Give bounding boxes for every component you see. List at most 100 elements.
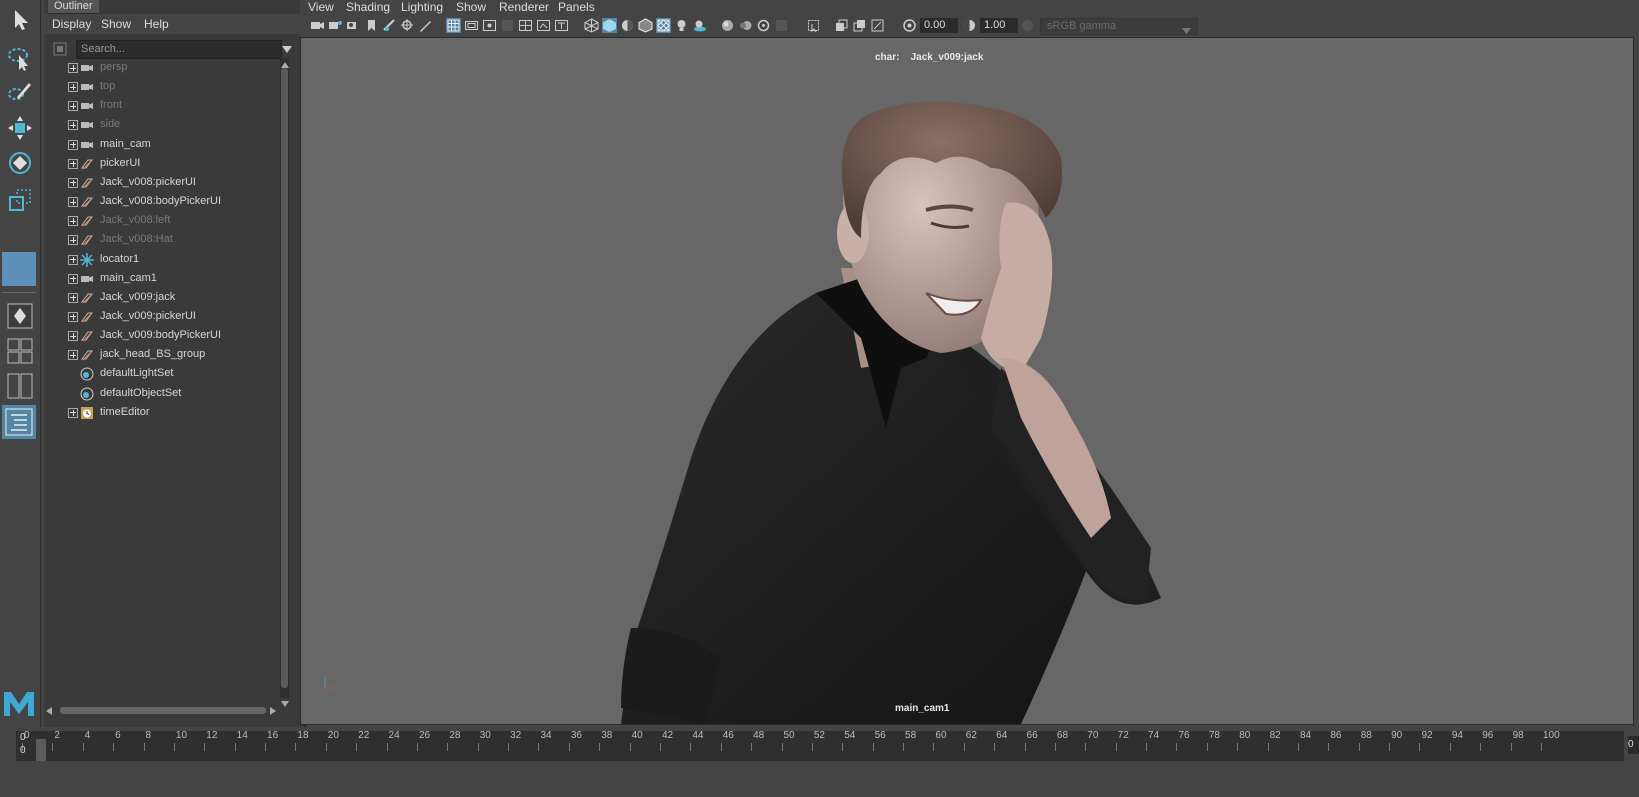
outliner-item[interactable]: top: [44, 77, 284, 97]
time-slider[interactable]: 0 2 4 6 8 10 12 14 16 18 20 22 24 26 28 30 32 34 36 38 40 42 4…: [0, 727, 1639, 764]
textured-icon[interactable]: [656, 18, 671, 33]
end-time-field[interactable]: 0: [1628, 736, 1639, 754]
last-tool-slot[interactable]: [2, 252, 36, 286]
four-view-layout-icon[interactable]: [4, 335, 36, 367]
image-plane-icon[interactable]: [382, 18, 397, 33]
color-management-icon[interactable]: [1020, 18, 1035, 33]
vertical-scroll-thumb[interactable]: [281, 68, 288, 688]
expand-icon[interactable]: [68, 177, 78, 188]
expand-icon[interactable]: [68, 235, 78, 246]
outliner-item[interactable]: Jack_v009:pickerUI: [44, 307, 284, 327]
outliner-item[interactable]: defaultLightSet: [44, 364, 284, 384]
xray-joints-icon[interactable]: [870, 18, 885, 33]
scroll-right-icon[interactable]: [270, 706, 276, 718]
color-space-dropdown[interactable]: sRGB gamma: [1040, 18, 1198, 35]
expand-icon[interactable]: [68, 350, 78, 361]
resolution-gate-icon[interactable]: [482, 18, 497, 33]
expand-icon[interactable]: [68, 197, 78, 208]
outliner-item[interactable]: main_cam1: [44, 269, 284, 289]
isolate-select-icon[interactable]: [806, 18, 821, 33]
menu-panels[interactable]: Panels: [558, 0, 595, 14]
expand-icon[interactable]: [68, 216, 78, 227]
safe-action-icon[interactable]: [536, 18, 551, 33]
expand-icon[interactable]: [68, 254, 78, 265]
lasso-tool-icon[interactable]: [4, 42, 36, 74]
expand-icon[interactable]: [68, 120, 78, 131]
two-d-pan-zoom-icon[interactable]: [400, 18, 415, 33]
expand-icon[interactable]: [68, 292, 78, 303]
expand-icon[interactable]: [68, 407, 78, 418]
paint-select-tool-icon[interactable]: [4, 76, 36, 108]
expand-icon[interactable]: [68, 273, 78, 284]
outliner-item[interactable]: Jack_v008:pickerUI: [44, 173, 284, 193]
search-dropdown-icon[interactable]: [282, 45, 292, 57]
single-perspective-layout-icon[interactable]: [4, 300, 36, 332]
menu-view[interactable]: View: [308, 0, 334, 14]
outliner-item[interactable]: Jack_v009:jack: [44, 288, 284, 308]
grid-toggle-icon[interactable]: [446, 18, 461, 33]
outliner-vertical-scrollbar[interactable]: [280, 58, 289, 698]
outliner-item[interactable]: front: [44, 96, 284, 116]
menu-display[interactable]: Display: [52, 17, 91, 31]
outliner-item[interactable]: persp: [44, 58, 284, 78]
menu-show-viewport[interactable]: Show: [456, 0, 486, 14]
film-gate-icon[interactable]: [464, 18, 479, 33]
outliner-item[interactable]: Jack_v009:bodyPickerUI: [44, 326, 284, 346]
expand-icon[interactable]: [68, 139, 78, 150]
gamma-field[interactable]: 1.00: [980, 18, 1018, 33]
bookmarks-icon[interactable]: [346, 18, 361, 33]
gamma-icon[interactable]: [962, 18, 977, 33]
outliner-item[interactable]: Jack_v008:left: [44, 211, 284, 231]
outliner-item[interactable]: main_cam: [44, 135, 284, 155]
side-by-side-layout-icon[interactable]: [4, 370, 36, 402]
outliner-item[interactable]: defaultObjectSet: [44, 384, 284, 404]
use-default-material-icon[interactable]: [620, 18, 635, 33]
scroll-down-icon[interactable]: [281, 698, 289, 710]
select-tool-icon[interactable]: [4, 4, 36, 36]
outliner-item[interactable]: side: [44, 115, 284, 135]
character-model-render[interactable]: [301, 38, 1633, 724]
scale-tool-icon[interactable]: [4, 184, 36, 216]
move-tool-icon[interactable]: [4, 112, 36, 144]
outliner-layout-button[interactable]: [2, 405, 36, 439]
wireframe-on-shaded-icon[interactable]: [638, 18, 653, 33]
exposure-icon[interactable]: [902, 18, 917, 33]
outliner-item[interactable]: timeEditor: [44, 403, 284, 423]
xray-icon[interactable]: [834, 18, 849, 33]
expand-icon[interactable]: [68, 63, 78, 73]
xray-active-components-icon[interactable]: [852, 18, 867, 33]
menu-renderer[interactable]: Renderer: [499, 0, 549, 14]
menu-show[interactable]: Show: [101, 17, 131, 31]
shadows-icon[interactable]: [692, 18, 707, 33]
current-time-indicator[interactable]: [36, 739, 46, 761]
horizontal-scroll-thumb[interactable]: [60, 707, 266, 714]
screen-space-ao-icon[interactable]: [720, 18, 735, 33]
time-slider-track[interactable]: 0 2 4 6 8 10 12 14 16 18 20 22 24 26 28 30 32 34 36 38 40 42 4…: [16, 730, 1624, 761]
menu-lighting[interactable]: Lighting: [401, 0, 443, 14]
outliner-item[interactable]: Jack_v008:bodyPickerUI: [44, 192, 284, 212]
depth-of-field-icon[interactable]: [774, 18, 789, 33]
smooth-shade-icon[interactable]: [602, 18, 617, 33]
motion-blur-icon[interactable]: [738, 18, 753, 33]
bookmark-icon[interactable]: [364, 18, 379, 33]
outliner-horizontal-scrollbar[interactable]: [46, 705, 278, 715]
scroll-left-icon[interactable]: [46, 706, 52, 718]
3d-viewport[interactable]: char: Jack_v009:jack main_cam1: [300, 37, 1634, 725]
select-camera-icon[interactable]: [310, 18, 325, 33]
exposure-field[interactable]: 0.00: [920, 18, 958, 33]
grease-pencil-icon[interactable]: [418, 18, 433, 33]
outliner-item[interactable]: Jack_v008:Hat: [44, 230, 284, 250]
expand-icon[interactable]: [68, 82, 78, 93]
outliner-tab[interactable]: Outliner: [48, 0, 99, 14]
gate-mask-icon[interactable]: [500, 18, 515, 33]
outliner-item[interactable]: pickerUI: [44, 154, 284, 174]
menu-help[interactable]: Help: [144, 17, 169, 31]
rotate-tool-icon[interactable]: [4, 147, 36, 179]
multisample-aa-icon[interactable]: [756, 18, 771, 33]
safe-title-icon[interactable]: [554, 18, 569, 33]
wireframe-icon[interactable]: [584, 18, 599, 33]
expand-icon[interactable]: [68, 101, 78, 112]
field-chart-icon[interactable]: [518, 18, 533, 33]
outliner-item[interactable]: jack_head_BS_group: [44, 345, 284, 365]
use-all-lights-icon[interactable]: [674, 18, 689, 33]
